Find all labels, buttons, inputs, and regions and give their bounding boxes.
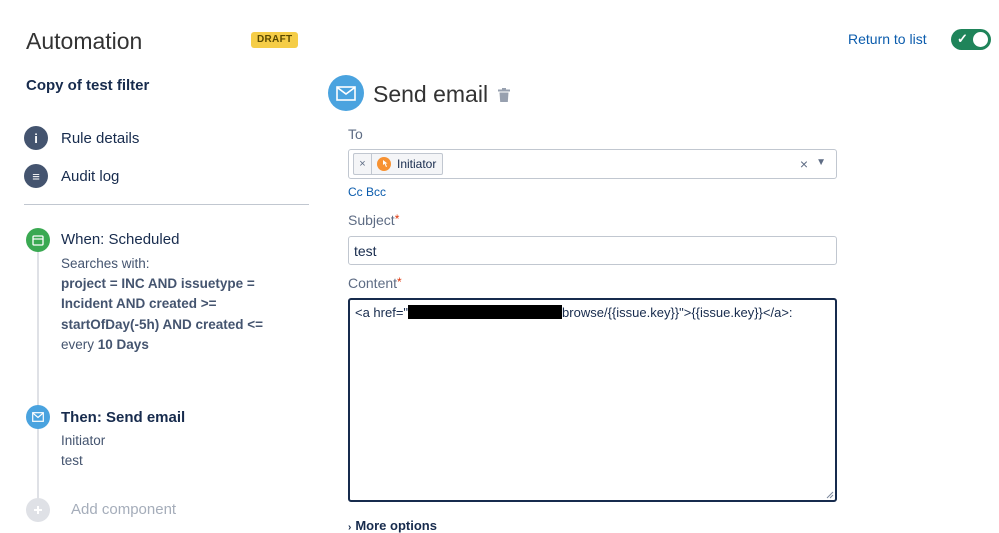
trigger-jql-line: Incident AND created >= [61,296,217,311]
required-mark: * [394,212,400,226]
action-detail: Initiator [61,433,106,448]
user-avatar-icon [377,157,391,171]
to-field[interactable]: × Initiator × ▼ [348,149,837,179]
chip-label: Initiator [397,157,437,171]
trash-icon[interactable] [498,88,510,102]
trigger-every-prefix: every [61,337,95,352]
redacted-url [408,305,563,319]
content-prefix: <a href=" [355,305,409,320]
calendar-icon [26,228,50,252]
clear-icon[interactable]: × [800,156,808,172]
trigger-every-value: 10 Days [97,337,149,352]
cc-bcc-link[interactable]: Cc Bcc [348,185,386,199]
rule-enabled-toggle[interactable]: ✓ [951,29,991,50]
trigger-jql-line: startOfDay(-5h) AND created <= [61,317,264,332]
content-textarea[interactable]: <a href=" browse/{{issue.key}}">{{issue.k… [348,298,837,502]
chevron-down-icon[interactable]: ▼ [816,157,826,168]
required-mark: * [397,275,402,289]
trigger-searches-with: Searches with: [61,256,150,271]
info-icon: i [24,126,48,150]
sidebar-item-label: Rule details [61,129,140,147]
sidebar-item-rule-details[interactable]: i Rule details [24,125,139,151]
editor-title: Send email [373,81,489,107]
status-badge: DRAFT [251,32,299,48]
to-label: To [348,126,363,142]
sidebar-item-audit-log[interactable]: ≡ Audit log [24,163,119,189]
trigger-jql-line: project = INC AND issuetype = [61,276,255,291]
toggle-knob [973,32,988,47]
plus-icon[interactable] [26,498,50,522]
email-icon [328,75,364,111]
recipient-chip: × Initiator [353,153,444,175]
subject-label: Subject* [348,212,399,228]
more-options-toggle[interactable]: › More options [348,518,437,533]
trigger-title[interactable]: When: Scheduled [61,231,179,248]
content-label-text: Content [348,275,398,291]
subject-label-text: Subject [348,212,395,228]
action-detail: test [61,453,83,468]
content-suffix: browse/{{issue.key}}">{{issue.key}}</a>: [562,305,793,320]
chevron-right-icon: › [348,522,352,533]
sidebar-item-label: Audit log [61,167,120,185]
sidebar-divider [24,204,309,205]
email-icon [26,405,50,429]
list-icon: ≡ [24,164,48,188]
rule-name: Copy of test filter [26,77,150,94]
checkmark-icon: ✓ [957,31,968,46]
add-component-button[interactable]: Add component [71,501,176,518]
page-title: Automation [26,28,143,54]
more-options-label: More options [355,518,437,533]
remove-chip-icon[interactable]: × [354,154,372,174]
resize-grip-icon[interactable] [826,491,834,499]
return-to-list-link[interactable]: Return to list [848,31,927,47]
timeline-connector [37,250,39,500]
trigger-schedule: every 10 Days [61,335,149,356]
subject-input[interactable] [348,236,837,265]
content-label: Content* [348,275,402,291]
action-title[interactable]: Then: Send email [61,409,185,426]
